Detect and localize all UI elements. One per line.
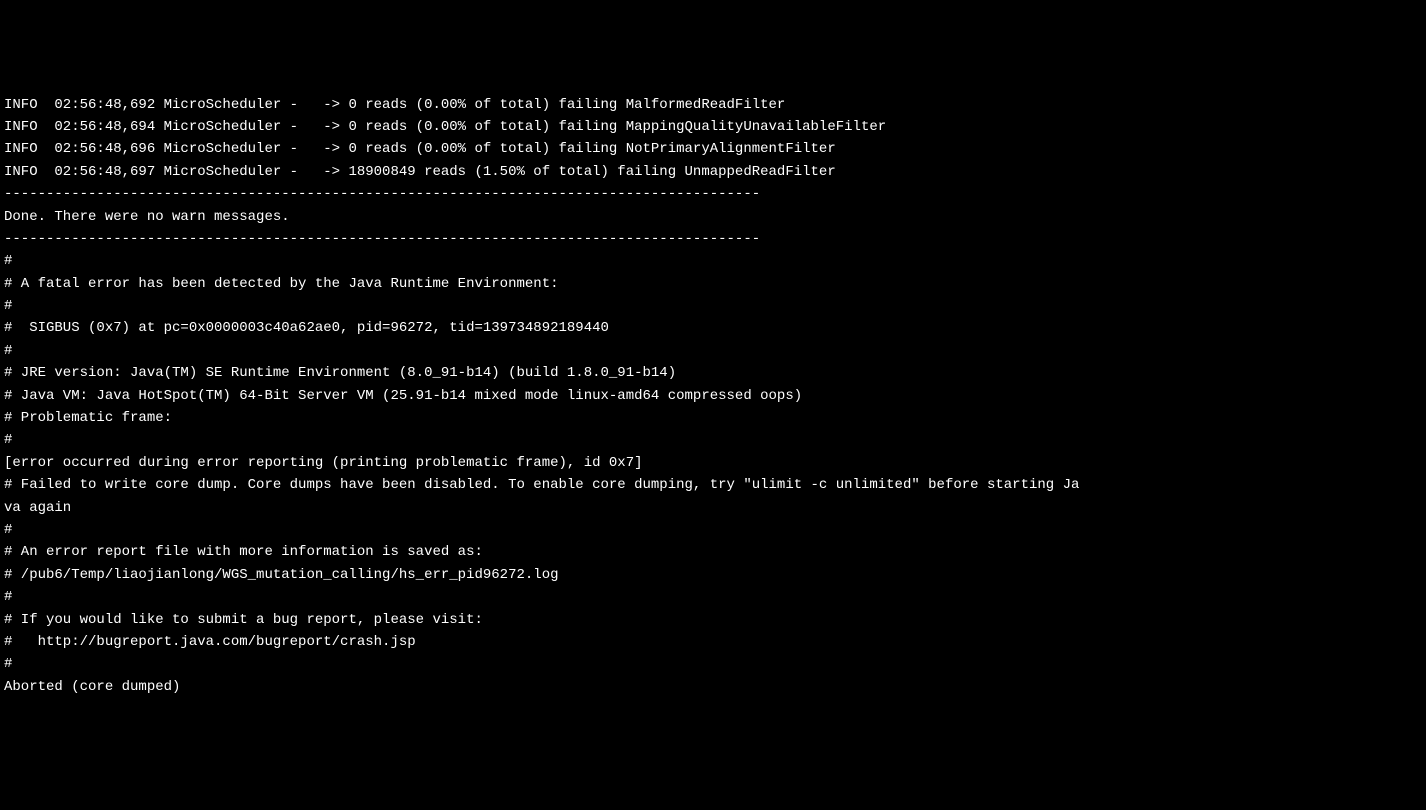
terminal-line: Done. There were no warn messages. [4,206,1422,228]
terminal-line: INFO 02:56:48,697 MicroScheduler - -> 18… [4,161,1422,183]
terminal-line: INFO 02:56:48,692 MicroScheduler - -> 0 … [4,94,1422,116]
terminal-line: # [4,295,1422,317]
terminal-line: # [4,340,1422,362]
terminal-line: INFO 02:56:48,694 MicroScheduler - -> 0 … [4,116,1422,138]
terminal-line: ----------------------------------------… [4,183,1422,205]
terminal-line: # http://bugreport.java.com/bugreport/cr… [4,631,1422,653]
terminal-line: # Failed to write core dump. Core dumps … [4,474,1422,496]
terminal-line: va again [4,497,1422,519]
terminal-line: ----------------------------------------… [4,228,1422,250]
terminal-line: # /pub6/Temp/liaojianlong/WGS_mutation_c… [4,564,1422,586]
terminal-line: INFO 02:56:48,696 MicroScheduler - -> 0 … [4,138,1422,160]
terminal-line: # [4,586,1422,608]
terminal-line: [error occurred during error reporting (… [4,452,1422,474]
terminal-line: # JRE version: Java(TM) SE Runtime Envir… [4,362,1422,384]
terminal-line: # [4,429,1422,451]
terminal-line: # [4,250,1422,272]
terminal-line: # SIGBUS (0x7) at pc=0x0000003c40a62ae0,… [4,317,1422,339]
terminal-line: # An error report file with more informa… [4,541,1422,563]
terminal-line: # [4,653,1422,675]
terminal-line: # [4,519,1422,541]
terminal-line: # Java VM: Java HotSpot(TM) 64-Bit Serve… [4,385,1422,407]
terminal-line: Aborted (core dumped) [4,676,1422,698]
terminal-line: # A fatal error has been detected by the… [4,273,1422,295]
terminal-line: # Problematic frame: [4,407,1422,429]
terminal-line: # If you would like to submit a bug repo… [4,609,1422,631]
terminal-output: INFO 02:56:48,692 MicroScheduler - -> 0 … [4,94,1422,699]
